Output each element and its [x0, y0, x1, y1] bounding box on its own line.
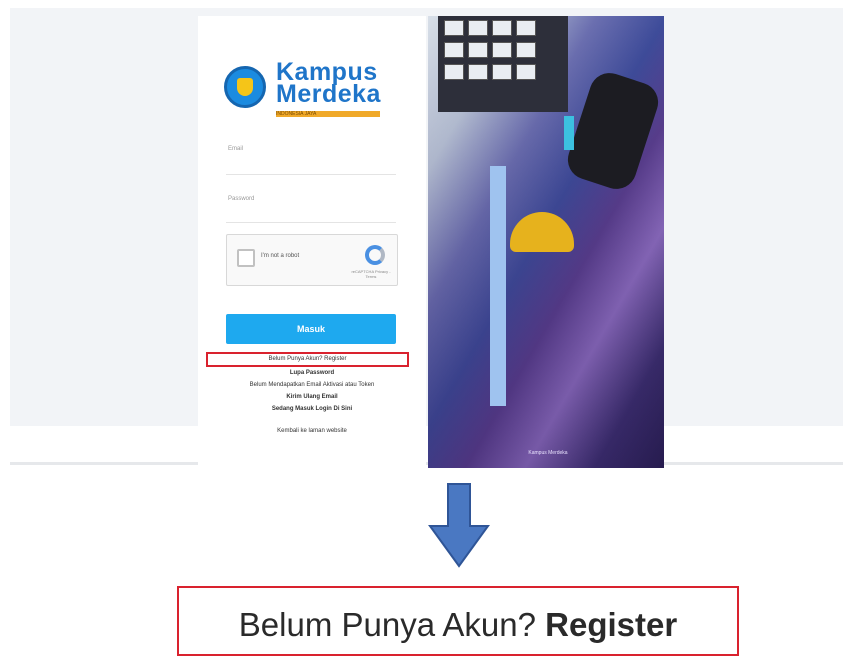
- recaptcha-label: I'm not a robot: [261, 253, 300, 259]
- worker-arm: [562, 67, 664, 195]
- logo-tagline: INDONESIA JAYA: [276, 111, 380, 117]
- login-card: Kampus Merdeka INDONESIA JAYA Email Pass…: [198, 16, 426, 468]
- kirim-ulang-link[interactable]: Kirim Ulang Email: [198, 394, 426, 400]
- sedang-login-link[interactable]: Sedang Masuk Login Di Sini: [198, 406, 426, 412]
- valve: [564, 116, 574, 150]
- zoom-prefix: Belum Punya Akun?: [238, 606, 536, 643]
- control-panel: [438, 16, 568, 112]
- password-underline: [226, 222, 396, 223]
- register-link-highlighted[interactable]: Belum Punya Akun? Register: [206, 352, 409, 367]
- kampus-merdeka-logo: Kampus Merdeka INDONESIA JAYA: [224, 56, 394, 118]
- activation-info-text: Belum Mendapatkan Email Aktivasi atau To…: [249, 382, 375, 388]
- recaptcha-terms: reCAPTCHA Privacy - Terms: [351, 269, 391, 279]
- email-field[interactable]: Email: [228, 146, 243, 152]
- register-zoom-callout: Belum Punya Akun? Register: [177, 586, 739, 656]
- down-arrow-icon: [428, 483, 490, 568]
- recaptcha-widget: I'm not a robot reCAPTCHA Privacy - Term…: [226, 234, 398, 286]
- zoom-register-link[interactable]: Register: [545, 606, 677, 643]
- masuk-button[interactable]: Masuk: [226, 314, 396, 344]
- screenshot-background: [10, 8, 843, 426]
- recaptcha-checkbox[interactable]: [237, 249, 255, 267]
- email-underline: [226, 174, 396, 175]
- logo-text-merdeka: Merdeka: [276, 80, 381, 108]
- tut-wuri-emblem-icon: [224, 66, 266, 108]
- password-field[interactable]: Password: [228, 196, 254, 202]
- hero-image: Kampus Merdeka: [428, 16, 664, 468]
- hero-caption: Kampus Merdeka: [528, 450, 568, 456]
- recaptcha-icon: [365, 245, 385, 265]
- helmet: [510, 212, 574, 252]
- kembali-link[interactable]: Kembali ke laman website: [198, 428, 426, 434]
- register-zoom-text: Belum Punya Akun? Register: [179, 606, 737, 644]
- pipe: [490, 166, 506, 406]
- lupa-password-link[interactable]: Lupa Password: [198, 370, 426, 376]
- divider-line: [10, 462, 843, 465]
